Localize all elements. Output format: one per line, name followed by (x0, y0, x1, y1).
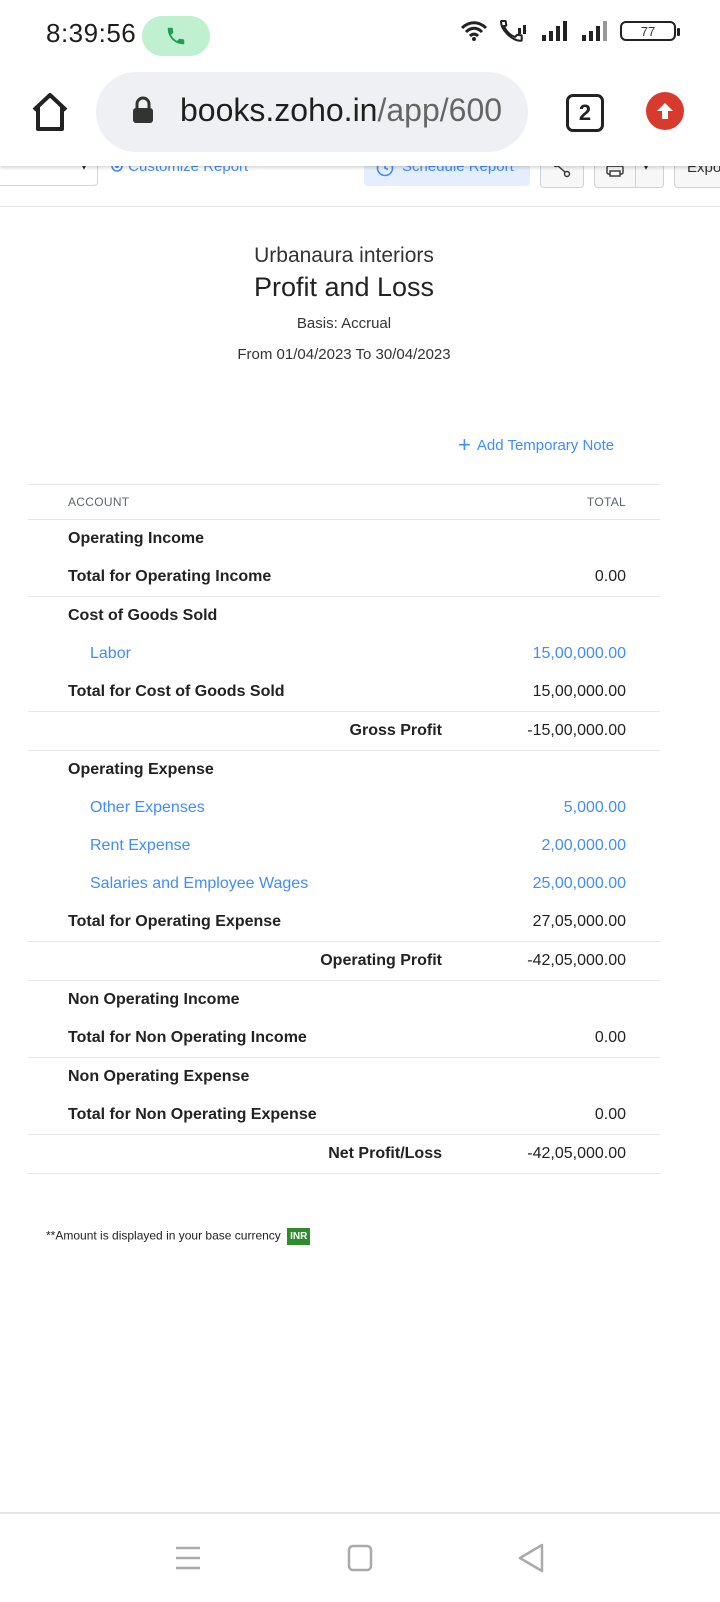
total-operating-expense: Total for Operating Expense 27,05,000.00 (28, 903, 660, 942)
row-label: Operating Profit (320, 952, 442, 969)
row-value: -42,05,000.00 (527, 1145, 626, 1162)
table-header: ACCOUNT TOTAL (28, 484, 660, 520)
battery-level: 77 (640, 23, 656, 39)
operating-profit-row: Operating Profit -42,05,000.00 (28, 942, 660, 981)
row-value: 27,05,000.00 (532, 913, 626, 930)
ongoing-call-pill[interactable] (142, 16, 210, 56)
status-icons: 77 (460, 20, 680, 42)
account-row-other-expenses[interactable]: Other Expenses 5,000.00 (28, 789, 660, 827)
row-value: 0.00 (594, 1106, 626, 1123)
back-triangle-icon (518, 1543, 544, 1573)
currency-badge: INR (287, 1228, 311, 1245)
total-non-operating-expense: Total for Non Operating Expense 0.00 (28, 1096, 660, 1135)
row-label: Operating Expense (68, 761, 214, 778)
net-profit-loss-row: Net Profit/Loss -42,05,000.00 (28, 1135, 660, 1174)
clock: 8:39:56 (46, 18, 137, 48)
column-header-account: ACCOUNT (68, 495, 130, 509)
organization-name: Urbanaura interiors (254, 244, 434, 267)
account-link[interactable]: Salaries and Employee Wages (90, 875, 308, 893)
row-value: 15,00,000.00 (532, 683, 626, 700)
total-cost-of-goods-sold: Total for Cost of Goods Sold 15,00,000.00 (28, 673, 660, 712)
tab-count: 2 (578, 100, 592, 125)
row-label: Operating Income (68, 530, 205, 547)
row-label: Total for Operating Income (68, 568, 272, 585)
account-link[interactable]: Other Expenses (90, 799, 205, 817)
address-bar[interactable]: books.zoho.in/app/600 (96, 72, 528, 152)
system-navigation-bar (0, 1512, 720, 1602)
section-operating-expense: Operating Expense (28, 751, 660, 789)
account-link[interactable]: Labor (90, 645, 131, 663)
home-button[interactable] (28, 90, 72, 134)
signal-icon (542, 21, 567, 41)
row-label: Non Operating Income (68, 991, 240, 1008)
battery-icon: 77 (620, 21, 680, 41)
lock-icon (133, 96, 153, 123)
row-value: 0.00 (594, 1029, 626, 1046)
account-row-labor[interactable]: Labor 15,00,000.00 (28, 635, 660, 673)
signal-icon (582, 21, 607, 41)
row-label: Net Profit/Loss (328, 1145, 442, 1162)
row-label: Total for Non Operating Income (68, 1029, 307, 1046)
add-note-label: Add Temporary Note (476, 437, 615, 454)
row-label: Gross Profit (349, 722, 442, 739)
section-non-operating-expense: Non Operating Expense (28, 1058, 660, 1096)
row-label: Total for Non Operating Expense (68, 1106, 317, 1123)
arrow-up-icon (657, 103, 673, 119)
row-label: Total for Cost of Goods Sold (68, 683, 285, 700)
row-value: 0.00 (594, 568, 626, 585)
row-value: -15,00,000.00 (527, 722, 626, 739)
total-non-operating-income: Total for Non Operating Income 0.00 (28, 1019, 660, 1058)
account-amount-link[interactable]: 2,00,000.00 (541, 837, 626, 855)
row-label: Total for Operating Expense (68, 913, 282, 930)
plus-icon: + (458, 432, 471, 457)
currency-footnote: **Amount is displayed in your base curre… (46, 1228, 311, 1245)
column-header-total: TOTAL (586, 495, 626, 509)
report-basis: Basis: Accrual (296, 315, 392, 332)
tab-switcher-button[interactable]: 2 (566, 94, 604, 132)
profit-loss-table: ACCOUNT TOTAL Operating Income Total for… (28, 484, 660, 1174)
home-icon (32, 93, 68, 131)
account-amount-link[interactable]: 15,00,000.00 (533, 645, 626, 663)
row-label: Non Operating Expense (68, 1068, 250, 1085)
update-button[interactable] (646, 92, 684, 130)
url-path: /app/600 (377, 92, 503, 128)
account-amount-link[interactable]: 5,000.00 (564, 799, 626, 817)
row-value: -42,05,000.00 (527, 952, 626, 969)
url-text: books.zoho.in/app/600 (180, 92, 510, 129)
home-nav-button[interactable] (340, 1540, 380, 1576)
wifi-icon (460, 21, 488, 41)
square-icon (347, 1544, 373, 1572)
report-date-range: From 01/04/2023 To 30/04/2023 (237, 346, 451, 363)
report-header: Urbanaura interiors Profit and Loss Basi… (0, 244, 688, 363)
wifi-calling-icon (500, 20, 526, 42)
section-cost-of-goods-sold: Cost of Goods Sold (28, 597, 660, 635)
section-non-operating-income: Non Operating Income (28, 981, 660, 1019)
phone-call-icon (167, 27, 185, 45)
footnote-text: **Amount is displayed in your base curre… (46, 1228, 281, 1243)
account-row-rent-expense[interactable]: Rent Expense 2,00,000.00 (28, 827, 660, 865)
url-domain: books.zoho.in (180, 92, 378, 128)
menu-icon (176, 1546, 200, 1570)
recents-button[interactable] (168, 1540, 208, 1576)
status-bar: 8:39:56 77 (0, 0, 720, 70)
account-amount-link[interactable]: 25,00,000.00 (533, 875, 626, 893)
gross-profit-row: Gross Profit -15,00,000.00 (28, 712, 660, 751)
browser-toolbar: books.zoho.in/app/600 2 (0, 70, 720, 166)
back-button[interactable] (512, 1540, 552, 1576)
row-label: Cost of Goods Sold (68, 607, 218, 624)
account-row-salaries[interactable]: Salaries and Employee Wages 25,00,000.00 (28, 865, 660, 903)
total-operating-income: Total for Operating Income 0.00 (28, 558, 660, 597)
account-link[interactable]: Rent Expense (90, 837, 191, 855)
report-title: Profit and Loss (253, 272, 435, 302)
add-temporary-note-button[interactable]: + Add Temporary Note (458, 432, 614, 458)
section-operating-income: Operating Income (28, 520, 660, 558)
